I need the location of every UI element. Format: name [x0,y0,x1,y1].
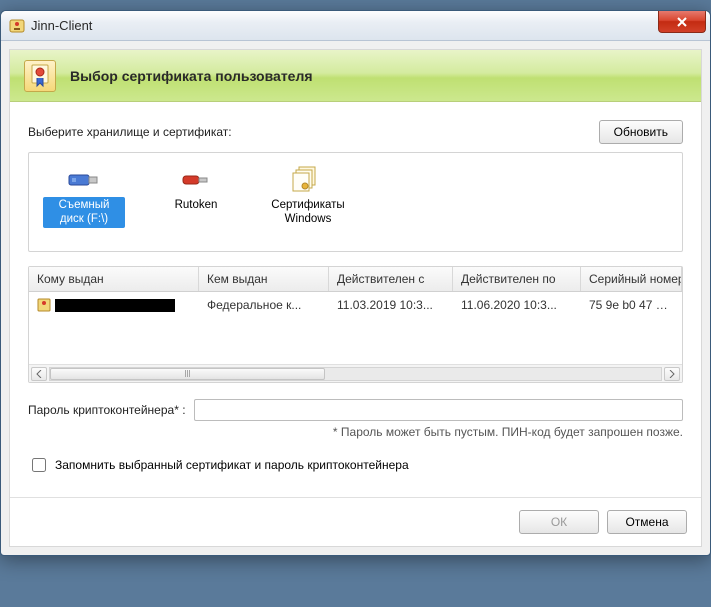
remember-label: Запомнить выбранный сертификат и пароль … [55,458,409,472]
cell-valid-to: 11.06.2020 10:3... [453,295,581,315]
storage-item-removable-disk[interactable]: Съемный диск (F:\) [41,163,127,230]
table-header: Кому выдан Кем выдан Действителен с Дейс… [29,267,682,292]
window-title: Jinn-Client [31,18,92,33]
refresh-button[interactable]: Обновить [599,120,683,144]
cell-valid-from: 11.03.2019 10:3... [329,295,453,315]
storage-item-label: Сертификаты Windows [267,197,349,228]
storage-list: Съемный диск (F:\) Rutoken [28,152,683,252]
dialog-footer: ОК Отмена [10,497,701,546]
storage-item-label: Съемный диск (F:\) [43,197,125,228]
close-button[interactable] [658,11,706,33]
content: Выберите хранилище и сертификат: Обновит… [10,102,701,497]
column-header-valid-from[interactable]: Действителен с [329,267,453,291]
cell-issued-to [55,299,175,312]
cell-serial: 75 9e b0 47 08 c... [581,295,682,315]
banner-title: Выбор сертификата пользователя [70,68,313,84]
certificates-icon [290,165,326,193]
cancel-button[interactable]: Отмена [607,510,687,534]
banner: Выбор сертификата пользователя [10,50,701,102]
column-header-serial[interactable]: Серийный номер [581,267,682,291]
column-header-issued-by[interactable]: Кем выдан [199,267,329,291]
remember-checkbox[interactable] [32,458,46,472]
column-header-valid-to[interactable]: Действителен по [453,267,581,291]
password-input[interactable] [194,399,683,421]
rutoken-icon [178,165,214,193]
scroll-left-icon[interactable] [31,367,47,381]
usb-drive-icon [66,165,102,193]
titlebar: Jinn-Client [1,11,710,41]
storage-item-windows-certs[interactable]: Сертификаты Windows [265,163,351,230]
client-area: Выбор сертификата пользователя Выберите … [9,49,702,547]
app-icon [9,18,25,34]
password-hint: * Пароль может быть пустым. ПИН-код буде… [28,425,683,439]
column-header-issued-to[interactable]: Кому выдан [29,267,199,291]
table-row[interactable]: Федеральное к... 11.03.2019 10:3... 11.0… [29,292,682,318]
certificate-table: Кому выдан Кем выдан Действителен с Дейс… [28,266,683,383]
certificate-banner-icon [24,60,56,92]
certificate-row-icon [37,298,51,312]
ok-button[interactable]: ОК [519,510,599,534]
password-label: Пароль криптоконтейнера* : [28,403,186,417]
storage-item-label: Rutoken [172,197,221,213]
choose-storage-label: Выберите хранилище и сертификат: [28,125,232,139]
close-icon [676,17,688,27]
scroll-right-icon[interactable] [664,367,680,381]
storage-item-rutoken[interactable]: Rutoken [153,163,239,215]
horizontal-scrollbar[interactable] [29,364,682,382]
cell-issued-by: Федеральное к... [199,295,329,315]
scroll-track[interactable] [49,367,662,381]
app-window: Jinn-Client Выбор сертификата пользовате… [0,10,711,556]
scroll-thumb[interactable] [50,368,325,380]
